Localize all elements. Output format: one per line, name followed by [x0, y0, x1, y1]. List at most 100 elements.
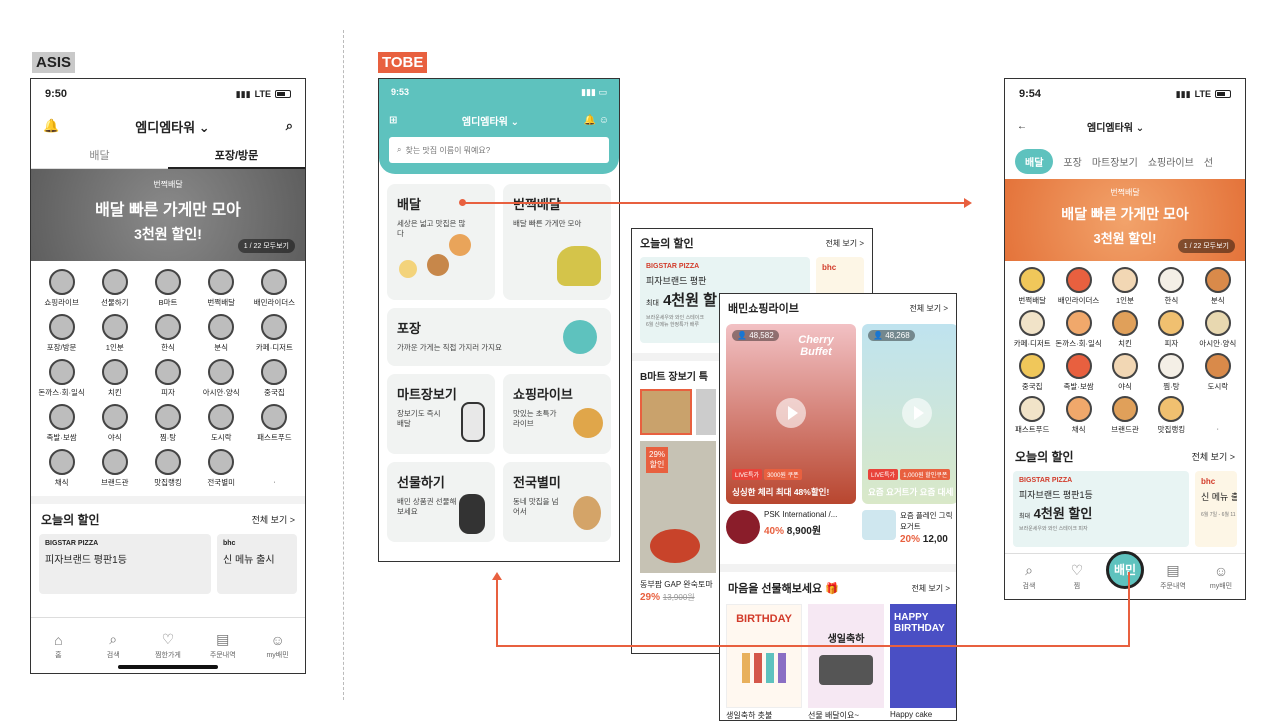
promo-banner[interactable]: 번쩍배달 배달 빠른 가게만 모아 3천원 할인! 1 / 22 모두보기 — [1005, 179, 1245, 261]
category-item[interactable]: 브랜드관 — [88, 449, 141, 488]
category-item[interactable]: 포장/방문 — [35, 314, 88, 353]
category-item[interactable]: 분식 — [1195, 267, 1241, 306]
category-item[interactable]: 치킨 — [88, 359, 141, 398]
tab-delivery[interactable]: 배달 — [1015, 148, 1054, 174]
card-mart[interactable]: 마트장보기 장보기도 즉시배달 — [387, 374, 495, 454]
location-label: 엠디엠타워 — [1087, 122, 1133, 134]
see-all-link[interactable]: 전체 보기 > — [252, 513, 295, 526]
live-card-yogurt[interactable]: 👤 48,268 LIVE특가 1,000원 할인쿠폰 요즘 요거트가 요즘 대세 — [862, 324, 956, 504]
category-item[interactable]: 족발·보쌈 — [35, 404, 88, 443]
category-item[interactable]: 브랜드관 — [1102, 396, 1148, 435]
tab-pickup[interactable]: 포장/방문 — [168, 143, 305, 169]
back-arrow-icon[interactable]: ← — [1017, 121, 1027, 132]
promo-banner[interactable]: 번쩍배달 배달 빠른 가게만 모아 3천원 할인! 1 / 22 모두보기 — [31, 169, 305, 261]
see-all-link[interactable]: 전체 보기 > — [1192, 450, 1235, 463]
promo-card-2[interactable]: bhc 신 메뉴 출시 — [217, 534, 297, 594]
category-item[interactable]: 야식 — [88, 404, 141, 443]
category-item[interactable]: · — [1195, 396, 1241, 435]
location-selector[interactable]: 엠디엠타워 ⌄ — [1087, 119, 1144, 134]
promo-card[interactable]: BIGSTAR PIZZA 피자브랜드 평판1등 최대 4천원 할인 브라운세우… — [1013, 471, 1189, 547]
category-item[interactable]: 분식 — [195, 314, 248, 353]
category-item[interactable]: 치킨 — [1102, 310, 1148, 349]
category-item[interactable]: 한식 — [1148, 267, 1194, 306]
category-item[interactable]: 번쩍배달 — [195, 269, 248, 308]
tab-mart[interactable]: 마트장보기 — [1092, 154, 1138, 169]
category-item[interactable]: 야식 — [1102, 353, 1148, 392]
category-item[interactable]: 중국집 — [1009, 353, 1055, 392]
category-item[interactable]: 도시락 — [1195, 353, 1241, 392]
nav-my[interactable]: ☺ my배민 — [1197, 554, 1245, 599]
nav-favorites[interactable]: ♡ 찜 — [1053, 554, 1101, 599]
tab-live-shopping[interactable]: 쇼핑라이브 — [1148, 154, 1194, 169]
category-item[interactable]: 선물하기 — [88, 269, 141, 308]
location-selector[interactable]: 엠디엠타워 ⌄ — [462, 113, 519, 128]
search-input[interactable]: ⌕ 찾는 맛집 이름이 뭐예요? — [389, 137, 609, 163]
category-item[interactable]: 채식 — [35, 449, 88, 488]
category-item[interactable]: 맛집랭킹 — [1148, 396, 1194, 435]
category-item[interactable]: · — [248, 449, 301, 488]
category-item[interactable]: B마트 — [141, 269, 194, 308]
category-item[interactable]: 도시락 — [195, 404, 248, 443]
live-product[interactable]: PSK International /... 40% 8,900원 — [726, 510, 856, 545]
bmart-product-image[interactable]: 29% 할인 — [640, 441, 716, 573]
tab-delivery[interactable]: 배달 — [31, 143, 168, 169]
nav-my[interactable]: ☺ my배민 — [250, 618, 305, 673]
category-item[interactable]: 맛집랭킹 — [141, 449, 194, 488]
category-item[interactable]: 채식 — [1055, 396, 1101, 435]
category-item[interactable]: 전국별미 — [195, 449, 248, 488]
category-item[interactable]: 족발·보쌈 — [1055, 353, 1101, 392]
category-item[interactable]: 번쩍배달 — [1009, 267, 1055, 306]
nav-search[interactable]: ⌕ 검색 — [1005, 554, 1053, 599]
category-item[interactable]: 돈까스·회·일식 — [35, 359, 88, 398]
category-item[interactable]: 패스트푸드 — [1009, 396, 1055, 435]
banner-pager[interactable]: 1 / 22 모두보기 — [1177, 239, 1235, 253]
category-item[interactable]: 찜·탕 — [141, 404, 194, 443]
category-item[interactable]: 아시안·양식 — [195, 359, 248, 398]
card-live-shopping[interactable]: 쇼핑라이브 맛있는 초특가 라이브 — [503, 374, 611, 454]
bmart-thumb[interactable] — [640, 389, 692, 435]
category-item[interactable]: 1인분 — [1102, 267, 1148, 306]
category-item[interactable]: 패스트푸드 — [248, 404, 301, 443]
card-gift[interactable]: 선물하기 배민 상품권 선물해 보세요 — [387, 462, 495, 542]
bmart-thumb[interactable] — [696, 389, 716, 435]
category-item[interactable]: 한식 — [141, 314, 194, 353]
live-product[interactable]: 요즘 플레인 그릭요거트 20% 12,00 — [862, 510, 956, 545]
gift-card-cake[interactable]: HAPPY BIRTHDAY — [890, 604, 956, 708]
gift-card-delivery[interactable]: 생일축하 — [808, 604, 884, 708]
category-item[interactable]: 쇼핑라이브 — [35, 269, 88, 308]
card-local[interactable]: 전국별미 동네 맛집을 넘어서 — [503, 462, 611, 542]
grid-menu-icon[interactable]: ⊞ — [389, 115, 397, 126]
category-item[interactable]: 1인분 — [88, 314, 141, 353]
nav-orders[interactable]: ▤ 주문내역 — [1149, 554, 1197, 599]
category-item[interactable]: 카페·디저트 — [248, 314, 301, 353]
see-all-link[interactable]: 전체 보기 > — [911, 583, 950, 594]
play-icon[interactable] — [902, 398, 932, 428]
promo-card[interactable]: BIGSTAR PIZZA 피자브랜드 평판1등 — [39, 534, 211, 594]
search-icon[interactable]: ⌕ — [286, 118, 293, 134]
live-card-cherry[interactable]: 👤 48,582 Cherry Buffet LIVE특가 3000원 쿠폰 싱싱… — [726, 324, 856, 504]
category-item[interactable]: 배민라이더스 — [1055, 267, 1101, 306]
category-item[interactable]: 아시안·양식 — [1195, 310, 1241, 349]
gift-card-candles[interactable]: BIRTHDAY — [726, 604, 802, 708]
category-item[interactable]: 피자 — [141, 359, 194, 398]
category-item[interactable]: 배민라이더스 — [248, 269, 301, 308]
bell-icon[interactable]: 🔔 — [584, 115, 596, 126]
tab-gift[interactable]: 선 — [1204, 154, 1213, 169]
category-item[interactable]: 돈까스·회·일식 — [1055, 310, 1102, 349]
bell-icon[interactable]: 🔔 — [43, 118, 59, 134]
category-item[interactable]: 중국집 — [248, 359, 301, 398]
tab-pickup[interactable]: 포장 — [1063, 154, 1081, 169]
category-item[interactable]: 피자 — [1148, 310, 1194, 349]
nav-baemin-home[interactable]: 배민 — [1101, 550, 1149, 599]
banner-pager[interactable]: 1 / 22 모두보기 — [237, 239, 295, 253]
play-icon[interactable] — [776, 398, 806, 428]
see-all-link[interactable]: 전체 보기 > — [825, 238, 864, 249]
promo-card-2[interactable]: bhc 신 메뉴 출 6월 7일 - 6월 11 — [1195, 471, 1237, 547]
category-item[interactable]: 카페·디저트 — [1009, 310, 1055, 349]
card-pickup[interactable]: 포장 가까운 가게는 직접 가지러 가지요 — [387, 308, 611, 366]
see-all-link[interactable]: 전체 보기 > — [909, 303, 948, 314]
location-selector[interactable]: 엠디엠타워 ⌄ — [135, 117, 209, 136]
nav-home[interactable]: ⌂ 홈 — [31, 618, 86, 673]
smile-icon[interactable]: ☺ — [599, 115, 609, 126]
category-item[interactable]: 찜·탕 — [1148, 353, 1194, 392]
